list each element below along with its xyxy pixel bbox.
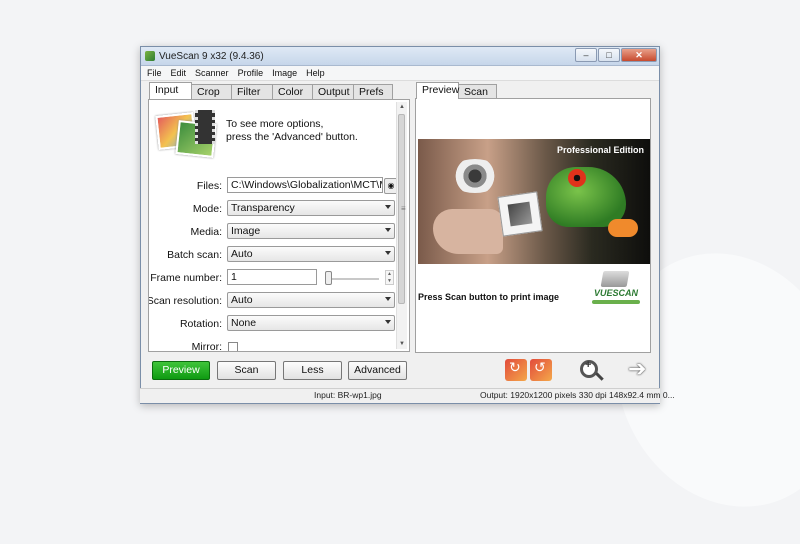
- frame-row: Frame number: 1 ▲ ▼: [149, 269, 394, 287]
- mode-select[interactable]: Transparency: [227, 200, 395, 216]
- frame-spinner[interactable]: ▲ ▼: [385, 270, 394, 285]
- chevron-down-icon: [385, 205, 391, 209]
- mirror-checkbox[interactable]: [228, 342, 238, 351]
- splitter-grip-icon[interactable]: ≡: [401, 204, 406, 213]
- edition-label: Professional Edition: [556, 145, 644, 155]
- status-output: Output: 1920x1200 pixels 330 dpi 148x92.…: [480, 390, 675, 400]
- less-button[interactable]: Less: [283, 361, 342, 380]
- tab-filter[interactable]: Filter: [231, 84, 273, 99]
- left-tab-strip: Input Crop Filter Color Output Prefs: [149, 82, 393, 99]
- menu-file[interactable]: File: [147, 68, 162, 78]
- frame-slider-thumb[interactable]: [325, 271, 332, 285]
- preview-button[interactable]: Preview: [152, 361, 210, 380]
- chevron-down-icon: [385, 297, 391, 301]
- tab-input[interactable]: Input: [149, 82, 192, 99]
- rotate-right-icon[interactable]: [505, 359, 527, 381]
- menu-profile[interactable]: Profile: [238, 68, 264, 78]
- title-bar: VueScan 9 x32 (9.4.36) – □ ✕: [141, 47, 659, 66]
- input-panel: To see more options, press the 'Advanced…: [148, 99, 410, 352]
- rotation-select[interactable]: None: [227, 315, 395, 331]
- menu-image[interactable]: Image: [272, 68, 297, 78]
- photos-icon: [155, 110, 217, 158]
- scanner-icon: [600, 271, 630, 287]
- rotate-left-icon[interactable]: [530, 359, 552, 381]
- right-tab-strip: Preview Scan: [416, 82, 497, 99]
- menu-scanner[interactable]: Scanner: [195, 68, 229, 78]
- preview-panel: Professional Edition Press Scan button t…: [415, 98, 651, 353]
- rotation-label: Rotation:: [179, 318, 222, 330]
- batch-label: Batch scan:: [167, 249, 222, 261]
- splash-image: Professional Edition: [418, 139, 650, 264]
- menu-bar: File Edit Scanner Profile Image Help: [141, 66, 659, 81]
- scroll-up-icon[interactable]: ▲: [397, 102, 407, 112]
- minimize-button[interactable]: –: [575, 48, 597, 62]
- mode-row: Mode: Transparency: [149, 200, 395, 218]
- close-button[interactable]: ✕: [621, 48, 657, 62]
- frame-slider-track: [327, 278, 379, 280]
- mirror-label: Mirror:: [191, 341, 222, 352]
- vuescan-logo: VUESCAN: [588, 271, 644, 311]
- frame-label: Frame number:: [150, 272, 222, 284]
- media-select[interactable]: Image: [227, 223, 395, 239]
- status-input: Input: BR-wp1.jpg: [314, 390, 382, 400]
- options-scrollbar[interactable]: ▲ ▼: [396, 102, 407, 349]
- mode-label: Mode:: [192, 203, 222, 215]
- resolution-row: Scan resolution: Auto: [148, 292, 395, 310]
- scan-button[interactable]: Scan: [217, 361, 276, 380]
- advanced-hint: To see more options, press the 'Advanced…: [226, 118, 358, 143]
- arrow-right-icon[interactable]: ➔: [628, 358, 650, 381]
- tab-preview[interactable]: Preview: [416, 82, 459, 99]
- menu-help[interactable]: Help: [306, 68, 325, 78]
- files-field[interactable]: C:\Windows\Globalization\MCT\M: [227, 177, 383, 193]
- mirror-row: Mirror:: [149, 338, 394, 352]
- status-bar: Input: BR-wp1.jpg Output: 1920x1200 pixe…: [140, 388, 675, 403]
- press-scan-message: Press Scan button to print image: [418, 292, 560, 302]
- media-row: Media: Image: [149, 223, 395, 241]
- chevron-down-icon: [385, 251, 391, 255]
- tab-scan[interactable]: Scan: [458, 84, 497, 99]
- resolution-label: Scan resolution:: [148, 295, 222, 307]
- chevron-down-icon: [385, 228, 391, 232]
- zoom-in-icon[interactable]: [580, 359, 598, 378]
- frame-number-input[interactable]: 1: [227, 269, 317, 285]
- menu-edit[interactable]: Edit: [171, 68, 187, 78]
- files-label: Files:: [196, 180, 222, 192]
- rotation-row: Rotation: None: [149, 315, 395, 333]
- batch-select[interactable]: Auto: [227, 246, 395, 262]
- resolution-select[interactable]: Auto: [227, 292, 395, 308]
- tab-prefs[interactable]: Prefs: [353, 84, 393, 99]
- tab-color[interactable]: Color: [272, 84, 313, 99]
- advanced-button[interactable]: Advanced: [348, 361, 407, 380]
- media-label: Media:: [190, 226, 222, 238]
- chevron-down-icon: [385, 320, 391, 324]
- maximize-button[interactable]: □: [598, 48, 620, 62]
- scroll-down-icon[interactable]: ▼: [397, 339, 407, 349]
- window-title: VueScan 9 x32 (9.4.36): [159, 50, 264, 62]
- tab-crop[interactable]: Crop: [191, 84, 232, 99]
- files-row: Files: C:\Windows\Globalization\MCT\M ◉: [149, 177, 398, 195]
- tab-output[interactable]: Output: [312, 84, 354, 99]
- app-icon: [145, 51, 155, 61]
- batch-row: Batch scan: Auto: [149, 246, 395, 264]
